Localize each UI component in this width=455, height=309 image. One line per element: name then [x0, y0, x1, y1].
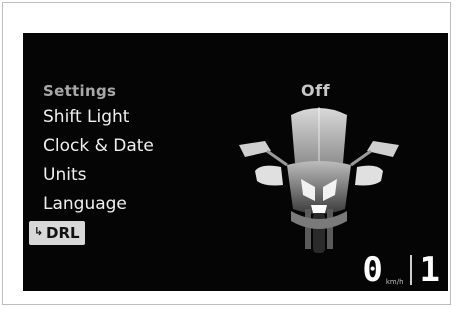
chevron-right-icon: ↳: [34, 225, 44, 238]
readout-divider: [409, 255, 412, 285]
figure-frame: Settings Shift Light Clock & Date Units …: [2, 2, 451, 305]
settings-menu: Settings Shift Light Clock & Date Units …: [29, 79, 154, 245]
drl-status-value: Off: [301, 81, 331, 100]
gear-indicator: 1: [419, 250, 440, 290]
speed-value: 0: [362, 250, 383, 290]
speed-unit: km/h: [385, 278, 404, 286]
menu-item-shift-light[interactable]: Shift Light: [43, 103, 154, 132]
menu-item-language[interactable]: Language: [43, 190, 154, 219]
menu-header: Settings: [43, 82, 117, 100]
speed-gear-readout: 0 km/h 1: [362, 253, 440, 287]
menu-item-units[interactable]: Units: [43, 161, 154, 190]
dashboard-screen: Settings Shift Light Clock & Date Units …: [23, 33, 448, 291]
menu-item-clock-date[interactable]: Clock & Date: [43, 132, 154, 161]
menu-item-drl-selected[interactable]: ↳ DRL: [29, 221, 85, 245]
motorcycle-front-image: [239, 107, 399, 253]
menu-item-drl-label: DRL: [46, 224, 80, 242]
